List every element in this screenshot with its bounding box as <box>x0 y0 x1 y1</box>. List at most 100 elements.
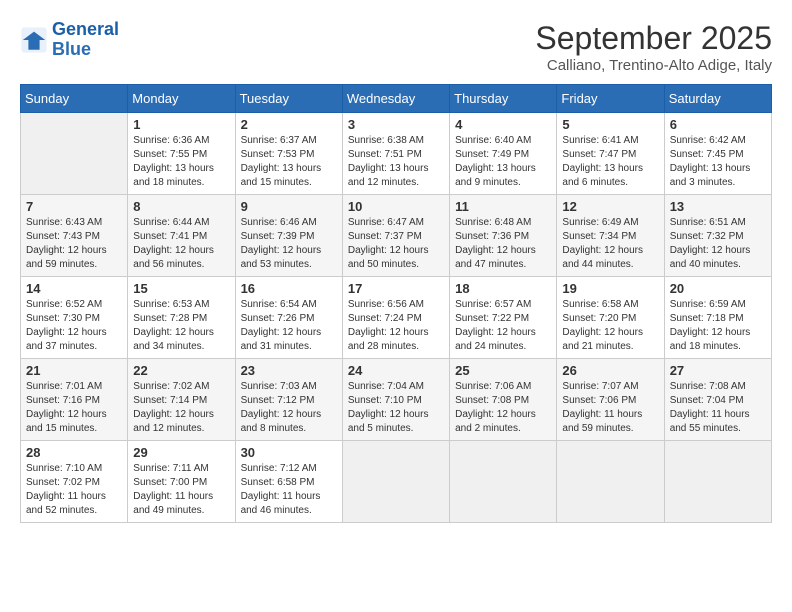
calendar-cell: 4 Sunrise: 6:40 AMSunset: 7:49 PMDaylight… <box>450 113 557 195</box>
weekday-header-sunday: Sunday <box>21 85 128 113</box>
day-number: 16 <box>241 281 337 296</box>
day-info: Sunrise: 6:49 AMSunset: 7:34 PMDaylight:… <box>562 216 658 272</box>
calendar-cell <box>21 113 128 195</box>
calendar-cell: 24Sunrise: 7:04 AMSunset: 7:10 PMDayligh… <box>342 359 449 441</box>
day-number: 25 <box>455 363 551 378</box>
calendar-cell: 21 Sunrise: 7:01 AMSunset: 7:16 PMDayligh… <box>21 359 128 441</box>
calendar-week-row: 1 Sunrise: 6:36 AMSunset: 7:55 PMDaylight… <box>21 113 772 195</box>
day-number: 13 <box>670 199 766 214</box>
calendar-cell: 8 Sunrise: 6:44 AMSunset: 7:41 PMDaylight… <box>128 195 235 277</box>
day-info: Sunrise: 6:51 AMSunset: 7:32 PMDaylight:… <box>670 216 766 272</box>
day-number: 5 <box>562 117 658 132</box>
weekday-header-wednesday: Wednesday <box>342 85 449 113</box>
calendar-table: SundayMondayTuesdayWednesdayThursdayFrid… <box>20 84 772 523</box>
calendar-cell: 29Sunrise: 7:11 AMSunset: 7:00 PMDayligh… <box>128 441 235 523</box>
day-info: Sunrise: 6:54 AMSunset: 7:26 PMDaylight:… <box>241 298 337 354</box>
day-info: Sunrise: 7:06 AMSunset: 7:08 PMDaylight:… <box>455 380 551 436</box>
day-number: 30 <box>241 445 337 460</box>
calendar-cell: 5 Sunrise: 6:41 AMSunset: 7:47 PMDaylight… <box>557 113 664 195</box>
day-number: 7 <box>26 199 122 214</box>
logo-icon <box>20 26 48 54</box>
day-info: Sunrise: 6:38 AMSunset: 7:51 PMDaylight:… <box>348 134 444 190</box>
day-info: Sunrise: 6:37 AMSunset: 7:53 PMDaylight:… <box>241 134 337 190</box>
day-info: Sunrise: 7:12 AMSunset: 6:58 PMDaylight:… <box>241 462 337 518</box>
day-number: 14 <box>26 281 122 296</box>
day-info: Sunrise: 6:36 AMSunset: 7:55 PMDaylight:… <box>133 134 229 190</box>
day-number: 27 <box>670 363 766 378</box>
day-number: 22 <box>133 363 229 378</box>
weekday-header-monday: Monday <box>128 85 235 113</box>
page-header: General Blue September 2025 Calliano, Tr… <box>20 20 772 74</box>
calendar-cell: 23 Sunrise: 7:03 AMSunset: 7:12 PMDayligh… <box>235 359 342 441</box>
day-number: 19 <box>562 281 658 296</box>
day-number: 29 <box>133 445 229 460</box>
calendar-cell <box>664 441 771 523</box>
calendar-cell: 26 Sunrise: 7:07 AMSunset: 7:06 PMDayligh… <box>557 359 664 441</box>
day-info: Sunrise: 7:03 AMSunset: 7:12 PMDaylight:… <box>241 380 337 436</box>
day-number: 8 <box>133 199 229 214</box>
day-info: Sunrise: 7:08 AMSunset: 7:04 PMDaylight:… <box>670 380 766 436</box>
day-number: 17 <box>348 281 444 296</box>
calendar-cell: 3 Sunrise: 6:38 AMSunset: 7:51 PMDaylight… <box>342 113 449 195</box>
weekday-header-friday: Friday <box>557 85 664 113</box>
calendar-week-row: 14 Sunrise: 6:52 AMSunset: 7:30 PMDayligh… <box>21 277 772 359</box>
day-info: Sunrise: 7:01 AMSunset: 7:16 PMDaylight:… <box>26 380 122 436</box>
day-info: Sunrise: 6:46 AMSunset: 7:39 PMDaylight:… <box>241 216 337 272</box>
day-number: 15 <box>133 281 229 296</box>
day-number: 21 <box>26 363 122 378</box>
day-info: Sunrise: 6:40 AMSunset: 7:49 PMDaylight:… <box>455 134 551 190</box>
day-info: Sunrise: 6:44 AMSunset: 7:41 PMDaylight:… <box>133 216 229 272</box>
weekday-header-saturday: Saturday <box>664 85 771 113</box>
calendar-cell: 7 Sunrise: 6:43 AMSunset: 7:43 PMDaylight… <box>21 195 128 277</box>
day-info: Sunrise: 6:56 AMSunset: 7:24 PMDaylight:… <box>348 298 444 354</box>
day-number: 10 <box>348 199 444 214</box>
calendar-cell: 22Sunrise: 7:02 AMSunset: 7:14 PMDayligh… <box>128 359 235 441</box>
weekday-header-tuesday: Tuesday <box>235 85 342 113</box>
day-number: 28 <box>26 445 122 460</box>
day-info: Sunrise: 6:42 AMSunset: 7:45 PMDaylight:… <box>670 134 766 190</box>
calendar-cell: 12 Sunrise: 6:49 AMSunset: 7:34 PMDayligh… <box>557 195 664 277</box>
calendar-cell: 27 Sunrise: 7:08 AMSunset: 7:04 PMDayligh… <box>664 359 771 441</box>
calendar-week-row: 21 Sunrise: 7:01 AMSunset: 7:16 PMDayligh… <box>21 359 772 441</box>
day-number: 20 <box>670 281 766 296</box>
calendar-cell: 1 Sunrise: 6:36 AMSunset: 7:55 PMDaylight… <box>128 113 235 195</box>
day-number: 18 <box>455 281 551 296</box>
calendar-cell: 20 Sunrise: 6:59 AMSunset: 7:18 PMDayligh… <box>664 277 771 359</box>
calendar-week-row: 28Sunrise: 7:10 AMSunset: 7:02 PMDayligh… <box>21 441 772 523</box>
calendar-cell: 30 Sunrise: 7:12 AMSunset: 6:58 PMDayligh… <box>235 441 342 523</box>
day-number: 3 <box>348 117 444 132</box>
calendar-cell: 28Sunrise: 7:10 AMSunset: 7:02 PMDayligh… <box>21 441 128 523</box>
day-number: 11 <box>455 199 551 214</box>
calendar-cell: 15 Sunrise: 6:53 AMSunset: 7:28 PMDayligh… <box>128 277 235 359</box>
calendar-week-row: 7 Sunrise: 6:43 AMSunset: 7:43 PMDaylight… <box>21 195 772 277</box>
calendar-cell: 9Sunrise: 6:46 AMSunset: 7:39 PMDaylight… <box>235 195 342 277</box>
day-info: Sunrise: 6:43 AMSunset: 7:43 PMDaylight:… <box>26 216 122 272</box>
day-info: Sunrise: 6:59 AMSunset: 7:18 PMDaylight:… <box>670 298 766 354</box>
location-subtitle: Calliano, Trentino-Alto Adige, Italy <box>535 57 772 74</box>
day-info: Sunrise: 6:58 AMSunset: 7:20 PMDaylight:… <box>562 298 658 354</box>
day-number: 1 <box>133 117 229 132</box>
calendar-cell: 10 Sunrise: 6:47 AMSunset: 7:37 PMDayligh… <box>342 195 449 277</box>
day-number: 26 <box>562 363 658 378</box>
day-info: Sunrise: 6:53 AMSunset: 7:28 PMDaylight:… <box>133 298 229 354</box>
day-number: 23 <box>241 363 337 378</box>
day-info: Sunrise: 7:07 AMSunset: 7:06 PMDaylight:… <box>562 380 658 436</box>
logo: General Blue <box>20 20 119 60</box>
day-info: Sunrise: 6:47 AMSunset: 7:37 PMDaylight:… <box>348 216 444 272</box>
title-block: September 2025 Calliano, Trentino-Alto A… <box>535 20 772 74</box>
calendar-cell: 18Sunrise: 6:57 AMSunset: 7:22 PMDayligh… <box>450 277 557 359</box>
calendar-cell <box>557 441 664 523</box>
calendar-cell: 17 Sunrise: 6:56 AMSunset: 7:24 PMDayligh… <box>342 277 449 359</box>
calendar-cell: 6Sunrise: 6:42 AMSunset: 7:45 PMDaylight… <box>664 113 771 195</box>
logo-text: General Blue <box>52 20 119 60</box>
day-number: 4 <box>455 117 551 132</box>
calendar-cell <box>342 441 449 523</box>
day-info: Sunrise: 6:52 AMSunset: 7:30 PMDaylight:… <box>26 298 122 354</box>
month-title: September 2025 <box>535 20 772 57</box>
calendar-cell: 2Sunrise: 6:37 AMSunset: 7:53 PMDaylight… <box>235 113 342 195</box>
day-number: 12 <box>562 199 658 214</box>
calendar-cell: 16 Sunrise: 6:54 AMSunset: 7:26 PMDayligh… <box>235 277 342 359</box>
day-info: Sunrise: 6:48 AMSunset: 7:36 PMDaylight:… <box>455 216 551 272</box>
calendar-cell: 25 Sunrise: 7:06 AMSunset: 7:08 PMDayligh… <box>450 359 557 441</box>
day-info: Sunrise: 6:41 AMSunset: 7:47 PMDaylight:… <box>562 134 658 190</box>
